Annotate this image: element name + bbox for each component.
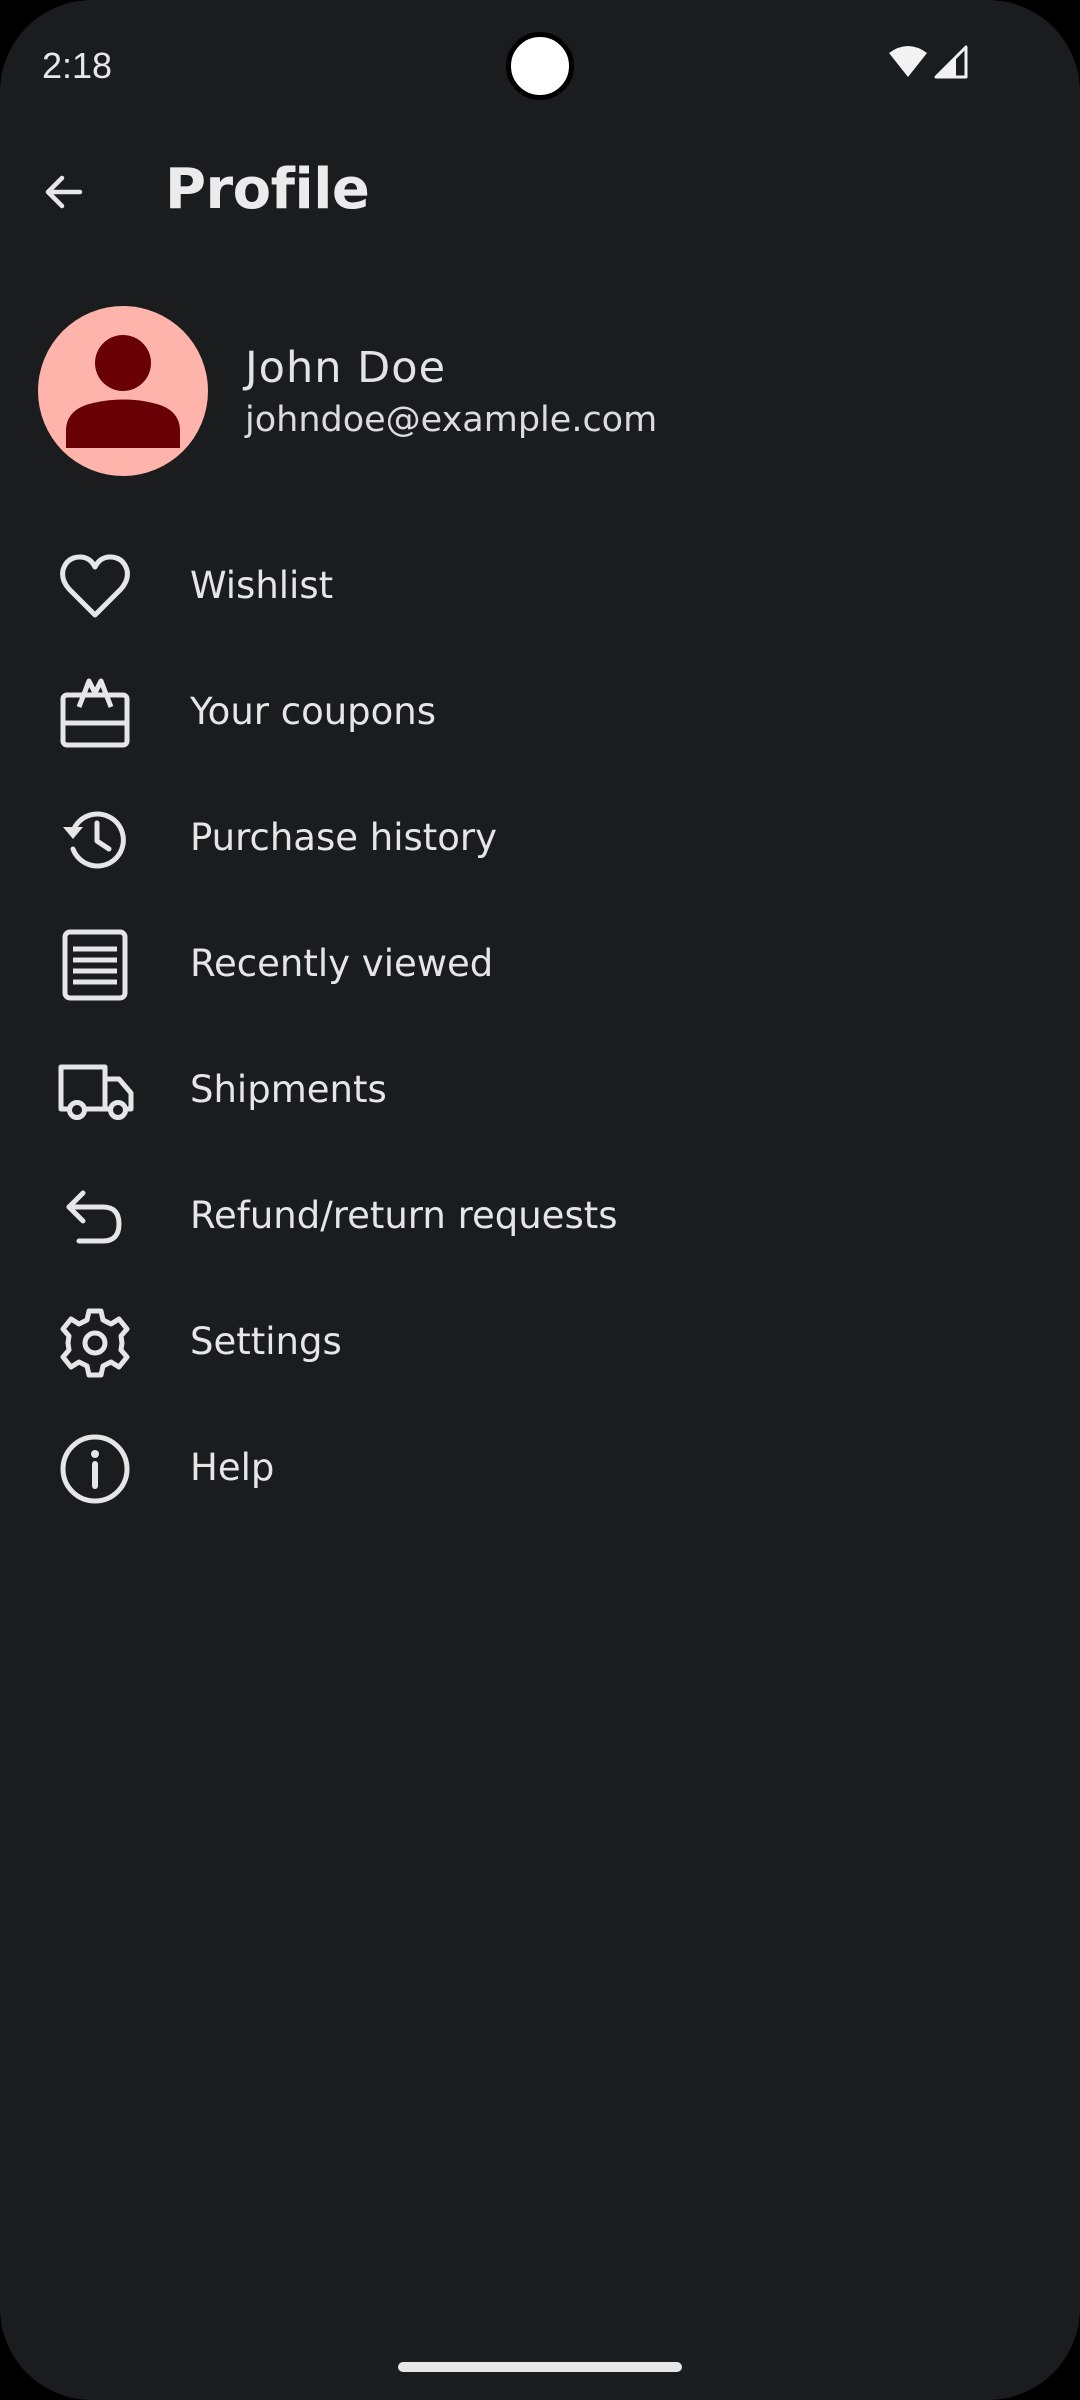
menu-item-label: Refund/return requests <box>190 1194 618 1237</box>
camera-cutout <box>506 32 574 100</box>
menu-item-your-coupons[interactable]: Your coupons <box>0 650 1080 776</box>
page-title: Profile <box>165 157 370 222</box>
arrow-back-icon <box>40 168 88 220</box>
person-icon <box>38 335 208 476</box>
app-bar: Profile <box>0 132 1080 252</box>
menu-item-label: Recently viewed <box>190 942 494 985</box>
history-icon <box>50 803 140 875</box>
menu-item-label: Wishlist <box>190 564 334 607</box>
home-indicator[interactable] <box>398 2362 682 2372</box>
undo-icon <box>50 1181 140 1253</box>
menu-item-label: Shipments <box>190 1068 387 1111</box>
menu-item-wishlist[interactable]: Wishlist <box>0 524 1080 650</box>
menu-item-shipments[interactable]: Shipments <box>0 1028 1080 1154</box>
heart-icon <box>50 551 140 623</box>
menu-item-settings[interactable]: Settings <box>0 1280 1080 1406</box>
profile-header: John Doe johndoe@example.com <box>38 306 1038 476</box>
menu-item-purchase-history[interactable]: Purchase history <box>0 776 1080 902</box>
status-bar: 2:18 <box>0 0 1080 132</box>
gear-icon <box>50 1307 140 1379</box>
profile-menu: Wishlist Your coupons Purchase history R… <box>0 524 1080 1532</box>
avatar[interactable] <box>38 306 208 476</box>
menu-item-help[interactable]: Help <box>0 1406 1080 1532</box>
user-email: johndoe@example.com <box>245 400 658 440</box>
wifi-icon <box>888 45 928 83</box>
cell-signal-icon <box>934 45 968 83</box>
info-icon <box>50 1433 140 1505</box>
truck-icon <box>50 1055 140 1127</box>
back-button[interactable] <box>22 152 106 236</box>
menu-item-label: Settings <box>190 1320 342 1363</box>
gift-card-icon <box>50 677 140 749</box>
menu-item-refund-return-requests[interactable]: Refund/return requests <box>0 1154 1080 1280</box>
menu-item-label: Help <box>190 1446 275 1489</box>
list-icon <box>50 929 140 1001</box>
menu-item-label: Purchase history <box>190 816 498 859</box>
status-time: 2:18 <box>42 45 113 86</box>
profile-screen: 2:18 Profile John Doe johndoe@example.co… <box>0 0 1080 2400</box>
menu-item-label: Your coupons <box>190 690 437 733</box>
status-icons <box>888 44 968 84</box>
menu-item-recently-viewed[interactable]: Recently viewed <box>0 902 1080 1028</box>
user-name: John Doe <box>245 343 447 393</box>
